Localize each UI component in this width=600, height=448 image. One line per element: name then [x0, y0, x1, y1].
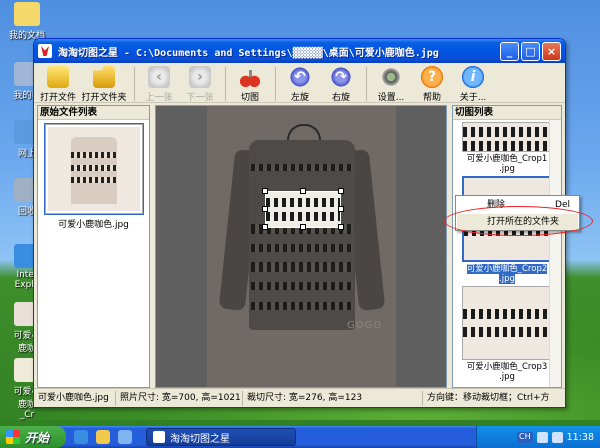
taskbar-app-label: 淘淘切图之星 — [170, 433, 230, 445]
context-open-folder[interactable]: 打开所在的文件夹 — [457, 214, 578, 230]
context-delete-shortcut: Del — [555, 200, 570, 210]
status-bar: 可爱小鹿咖色.jpg 照片尺寸: 宽=700, 高=1021 裁切尺寸: 宽=2… — [34, 388, 565, 407]
arrow-right-icon: › — [189, 66, 211, 88]
arrow-left-icon: ‹ — [148, 66, 170, 88]
windows-logo-icon — [6, 430, 20, 444]
crop-thumbnail — [462, 122, 552, 152]
crop-handle[interactable] — [262, 188, 268, 194]
taskbar: 开始 淘淘切图之星 CH 11:38 — [0, 426, 600, 448]
taskbar-app-button[interactable]: 淘淘切图之星 — [146, 428, 296, 446]
settings-label: 设置... — [377, 93, 405, 103]
cut-button[interactable]: 切图 — [230, 65, 270, 103]
sweater-thumbnail-image — [47, 127, 140, 211]
crop-handle[interactable] — [300, 188, 306, 194]
network-icon[interactable] — [536, 431, 548, 443]
app-icon — [38, 44, 52, 58]
crop-handle[interactable] — [338, 188, 344, 194]
next-label: 下一张 — [186, 93, 214, 103]
crop-name: 可爱小鹿咖色_Crop3 .jpg — [466, 362, 548, 382]
open-folder-button[interactable]: 打开文件夹 — [79, 65, 129, 103]
help-label: 帮助 — [422, 93, 441, 103]
open-file-label: 打开文件 — [39, 93, 76, 103]
crop-thumbnail — [462, 286, 552, 360]
context-menu: 删除 Del 打开所在的文件夹 — [455, 195, 580, 231]
original-file-list-title: 原始文件列表 — [38, 106, 149, 120]
window-title: 淘淘切图之星 - C:\Documents and Settings\▓▓▓▓▓… — [58, 47, 439, 59]
cut-label: 切图 — [240, 93, 259, 103]
info-icon: i — [462, 66, 484, 88]
file-name[interactable]: 可爱小鹿咖色.jpg — [38, 217, 149, 230]
status-photo-size: 照片尺寸: 宽=700, 高=1021 — [116, 390, 243, 406]
volume-icon[interactable] — [551, 431, 563, 443]
clock: 11:38 — [566, 431, 594, 443]
watermark-text: GOGO — [347, 320, 383, 331]
crop-list-scrollbar[interactable] — [549, 120, 561, 387]
context-delete-label: 删除 — [487, 200, 506, 210]
desktop-quicklaunch-icon[interactable] — [118, 430, 132, 444]
crop-list: 切图列表 可爱小鹿咖色_Crop1 .jpg 可爱小鹿咖色_Crop2 .jpg 可… — [452, 105, 562, 388]
help-button[interactable]: ? 帮助 — [412, 65, 452, 103]
open-folder-label: 打开文件夹 — [81, 93, 127, 103]
crop-item[interactable]: 可爱小鹿咖色_Crop3 .jpg — [457, 286, 557, 382]
rotate-left-label: 左旋 — [290, 93, 309, 103]
toolbar-separator — [366, 67, 367, 101]
left-splitter[interactable] — [151, 105, 154, 388]
crop-handle[interactable] — [338, 224, 344, 230]
about-label: 关于... — [459, 93, 487, 103]
crop-name: 可爱小鹿咖色_Crop1 .jpg — [466, 154, 548, 174]
original-file-list: 原始文件列表 可爱小鹿咖色.jpg — [37, 105, 150, 388]
crop-selection-box[interactable] — [265, 191, 341, 228]
crop-handle[interactable] — [262, 206, 268, 212]
crop-handle[interactable] — [262, 224, 268, 230]
rotate-left-button[interactable]: ↶ 左旋 — [280, 65, 320, 103]
settings-button[interactable]: 设置... — [371, 65, 411, 103]
crop-handle[interactable] — [338, 206, 344, 212]
toolbar-separator — [275, 67, 276, 101]
about-button[interactable]: i 关于... — [453, 65, 493, 103]
status-hint: 方向键：移动裁切框；Ctrl+方 — [427, 392, 550, 403]
prev-button[interactable]: ‹ 上一张 — [139, 65, 179, 103]
explorer-quicklaunch-icon[interactable] — [96, 430, 110, 444]
context-open-folder-label: 打开所在的文件夹 — [487, 217, 560, 227]
open-file-icon — [47, 66, 69, 88]
context-delete[interactable]: 删除 Del — [457, 197, 578, 213]
lang-indicator[interactable]: CH — [517, 431, 533, 443]
app-icon — [153, 431, 165, 443]
gear-icon — [380, 66, 402, 88]
start-button[interactable]: 开始 — [0, 426, 66, 448]
crop-handle[interactable] — [300, 224, 306, 230]
folder-icon — [93, 66, 115, 88]
desktop-item-icon — [14, 2, 40, 26]
rotate-right-label: 右旋 — [331, 93, 350, 103]
prev-label: 上一张 — [145, 93, 173, 103]
rotate-left-icon: ↶ — [289, 66, 311, 88]
status-filename: 可爱小鹿咖色.jpg — [34, 390, 116, 406]
file-thumbnail[interactable] — [43, 123, 144, 215]
image-canvas[interactable]: GOGO — [155, 105, 447, 388]
crop-list-title: 切图列表 — [453, 106, 561, 120]
scissors-icon — [239, 66, 261, 88]
minimize-button[interactable]: _ — [500, 41, 519, 61]
desktop-icon[interactable]: 我的文档 — [4, 2, 50, 41]
toolbar-separator — [134, 67, 135, 101]
toolbar-separator — [225, 67, 226, 101]
start-label: 开始 — [25, 430, 50, 445]
crop-name: 可爱小鹿咖色_Crop2 .jpg — [466, 264, 548, 284]
close-button[interactable]: × — [542, 41, 561, 61]
photo-preview: GOGO — [207, 106, 396, 387]
rotate-right-button[interactable]: ↷ 右旋 — [321, 65, 361, 103]
rotate-right-icon: ↷ — [330, 66, 352, 88]
crop-item[interactable]: 可爱小鹿咖色_Crop1 .jpg — [457, 122, 557, 174]
system-tray: CH 11:38 — [476, 426, 600, 448]
right-splitter[interactable] — [448, 105, 451, 388]
help-icon: ? — [421, 66, 443, 88]
title-bar[interactable]: 淘淘切图之星 - C:\Documents and Settings\▓▓▓▓▓… — [34, 39, 565, 63]
ie-quicklaunch-icon[interactable] — [74, 430, 88, 444]
toolbar: 打开文件 打开文件夹 ‹ 上一张 › 下一张 切图 ↶ 左旋 ↷ 右旋 设置..… — [34, 63, 565, 103]
status-crop-size: 裁切尺寸: 宽=276, 高=123 — [243, 390, 423, 406]
next-button[interactable]: › 下一张 — [180, 65, 220, 103]
maximize-button[interactable]: □ — [521, 41, 540, 61]
open-file-button[interactable]: 打开文件 — [38, 65, 78, 103]
